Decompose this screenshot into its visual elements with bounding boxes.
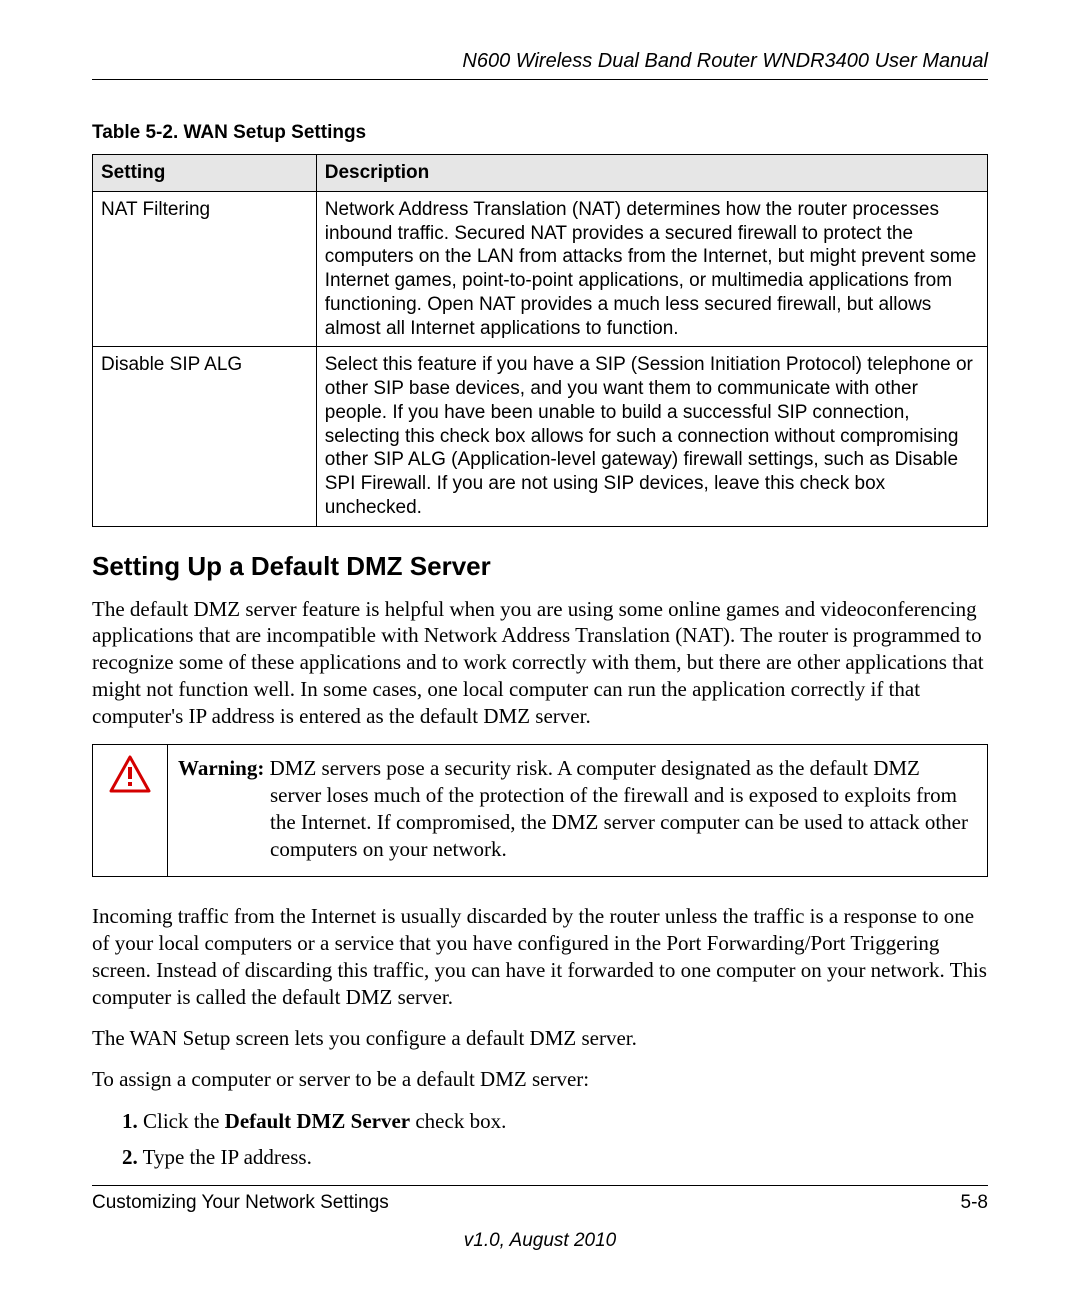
table-header-row: Setting Description: [93, 155, 988, 192]
table-cell-description: Network Address Translation (NAT) determ…: [316, 191, 987, 347]
dmz-paragraph-4: To assign a computer or server to be a d…: [92, 1066, 988, 1093]
header-rule: [92, 79, 988, 80]
step-text-after: check box.: [410, 1109, 506, 1133]
step-text-before: Click the: [143, 1109, 225, 1133]
table-cell-setting: Disable SIP ALG: [93, 347, 317, 526]
table-cell-description: Select this feature if you have a SIP (S…: [316, 347, 987, 526]
dmz-paragraph-2: Incoming traffic from the Internet is us…: [92, 903, 988, 1011]
warning-label: Warning:: [178, 756, 264, 780]
step-text-before: Type the IP address.: [143, 1145, 312, 1169]
step-number: 1.: [122, 1109, 138, 1133]
wan-setup-settings-table: Setting Description NAT Filtering Networ…: [92, 154, 988, 527]
footer-rule: [92, 1185, 988, 1186]
warning-box: Warning: DMZ servers pose a security ris…: [92, 744, 988, 878]
table-cell-setting: NAT Filtering: [93, 191, 317, 347]
warning-rest: server loses much of the protection of t…: [178, 782, 977, 863]
table-header-description: Description: [316, 155, 987, 192]
page-footer: Customizing Your Network Settings 5-8 v1…: [92, 1185, 988, 1252]
table-caption: Table 5-2. WAN Setup Settings: [92, 122, 988, 144]
footer-left: Customizing Your Network Settings: [92, 1192, 389, 1214]
footer-page-number: 5-8: [961, 1192, 988, 1214]
dmz-steps-list: 1. Click the Default DMZ Server check bo…: [92, 1107, 988, 1172]
dmz-paragraph-1: The default DMZ server feature is helpfu…: [92, 596, 988, 730]
list-item: 2. Type the IP address.: [116, 1143, 988, 1171]
page-header-title: N600 Wireless Dual Band Router WNDR3400 …: [92, 50, 988, 73]
footer-version: v1.0, August 2010: [92, 1230, 988, 1252]
warning-first-line: DMZ servers pose a security risk. A comp…: [264, 756, 920, 780]
step-number: 2.: [122, 1145, 138, 1169]
step-text-bold: Default DMZ Server: [225, 1109, 410, 1133]
warning-text: Warning: DMZ servers pose a security ris…: [178, 755, 977, 863]
table-header-setting: Setting: [93, 155, 317, 192]
table-row: Disable SIP ALG Select this feature if y…: [93, 347, 988, 526]
table-row: NAT Filtering Network Address Translatio…: [93, 191, 988, 347]
dmz-paragraph-3: The WAN Setup screen lets you configure …: [92, 1025, 988, 1052]
section-heading-dmz: Setting Up a Default DMZ Server: [92, 551, 988, 582]
warning-icon: [103, 755, 157, 793]
list-item: 1. Click the Default DMZ Server check bo…: [116, 1107, 988, 1135]
